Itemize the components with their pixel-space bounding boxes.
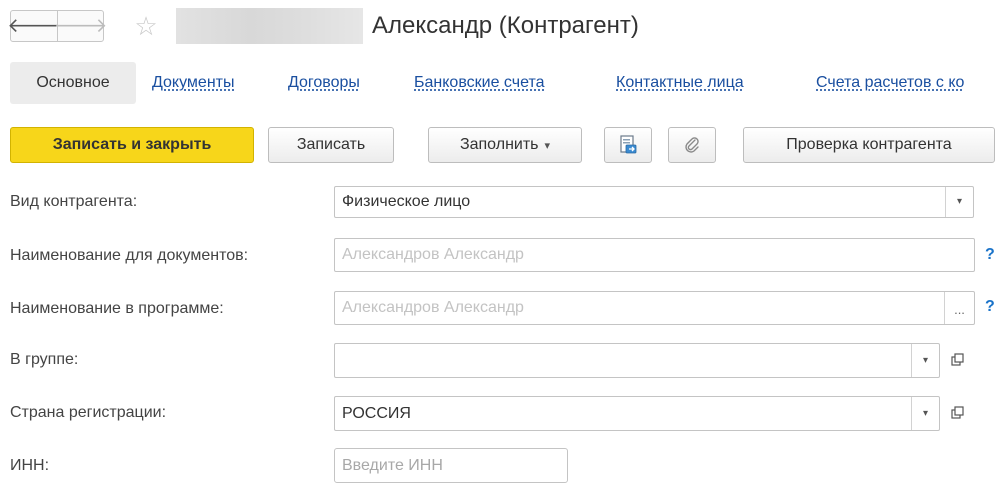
arrow-right-icon: 🡒 (53, 15, 108, 37)
doc-name-help-icon[interactable]: ? (985, 245, 999, 265)
prog-name-value: Александров Александр (342, 299, 524, 316)
tab-settlement-accounts-label: Счета расчетов с ко (816, 74, 965, 91)
country-value: РОССИЯ (342, 405, 411, 422)
open-window-icon (951, 406, 964, 419)
fill-button[interactable]: Заполнить ▾ (428, 127, 582, 163)
back-button[interactable]: 🡐 (7, 10, 61, 42)
chevron-down-icon: ▾ (544, 139, 551, 152)
open-window-icon (951, 353, 964, 366)
group-select[interactable]: ▾ (334, 343, 940, 378)
tab-settlement-accounts[interactable]: Счета расчетов с ко (816, 62, 1000, 104)
tab-contracts[interactable]: Договоры (288, 62, 360, 104)
check-counterparty-button[interactable]: Проверка контрагента (743, 127, 995, 163)
inn-label: ИНН: (10, 457, 50, 474)
tab-contact-persons[interactable]: Контактные лица (616, 62, 744, 104)
kind-value: Физическое лицо (342, 193, 471, 210)
tab-documents-label: Документы (152, 74, 235, 91)
chevron-down-icon: ▾ (922, 354, 929, 366)
country-label: Страна регистрации: (10, 404, 167, 421)
group-open-button[interactable] (944, 345, 972, 375)
print-report-button[interactable] (604, 127, 652, 163)
group-label: В группе: (10, 351, 79, 368)
group-dropdown-button[interactable]: ▾ (911, 344, 939, 377)
doc-name-value: Александров Александр (342, 246, 524, 263)
save-and-close-button[interactable]: Записать и закрыть (10, 127, 254, 163)
tab-bank-accounts[interactable]: Банковские счета (414, 62, 544, 104)
chevron-down-icon: ▾ (922, 408, 929, 419)
prog-name-help-icon[interactable]: ? (985, 297, 999, 317)
tab-bank-accounts-label: Банковские счета (414, 74, 545, 91)
fill-label: Заполнить (459, 136, 539, 153)
favorite-star-icon[interactable]: ☆ (131, 11, 161, 41)
attach-button[interactable] (668, 127, 716, 163)
prog-name-input[interactable]: Александров Александр ... (334, 291, 975, 325)
chevron-down-icon: ▾ (956, 196, 963, 207)
prog-name-label: Наименование в программе: (10, 300, 224, 317)
tab-contact-persons-label: Контактные лица (616, 74, 744, 91)
inn-placeholder: Введите ИНН (342, 457, 443, 474)
country-dropdown-button[interactable]: ▾ (911, 397, 939, 430)
document-print-icon (620, 135, 637, 154)
prog-name-select-button[interactable]: ... (944, 292, 974, 324)
country-open-button[interactable] (944, 398, 972, 428)
kind-label: Вид контрагента: (10, 193, 138, 210)
country-select[interactable]: РОССИЯ ▾ (334, 396, 940, 431)
tab-contracts-label: Договоры (288, 74, 360, 91)
page-title: Александр (Контрагент) (372, 12, 639, 39)
kind-dropdown-button[interactable]: ▾ (945, 187, 973, 217)
doc-name-label: Наименование для документов: (10, 247, 249, 264)
save-and-close-label: Записать и закрыть (52, 136, 212, 153)
forward-button[interactable]: 🡒 (54, 10, 107, 42)
paperclip-icon (685, 137, 699, 153)
save-button[interactable]: Записать (268, 127, 394, 163)
blurred-region (176, 8, 363, 44)
kind-select[interactable]: Физическое лицо ▾ (334, 186, 974, 218)
doc-name-input[interactable]: Александров Александр (334, 238, 975, 272)
tab-main[interactable]: Основное (10, 62, 136, 104)
inn-input[interactable]: Введите ИНН (334, 448, 568, 483)
save-label: Записать (296, 136, 366, 153)
check-counterparty-label: Проверка контрагента (786, 136, 952, 153)
tab-documents[interactable]: Документы (152, 62, 234, 104)
